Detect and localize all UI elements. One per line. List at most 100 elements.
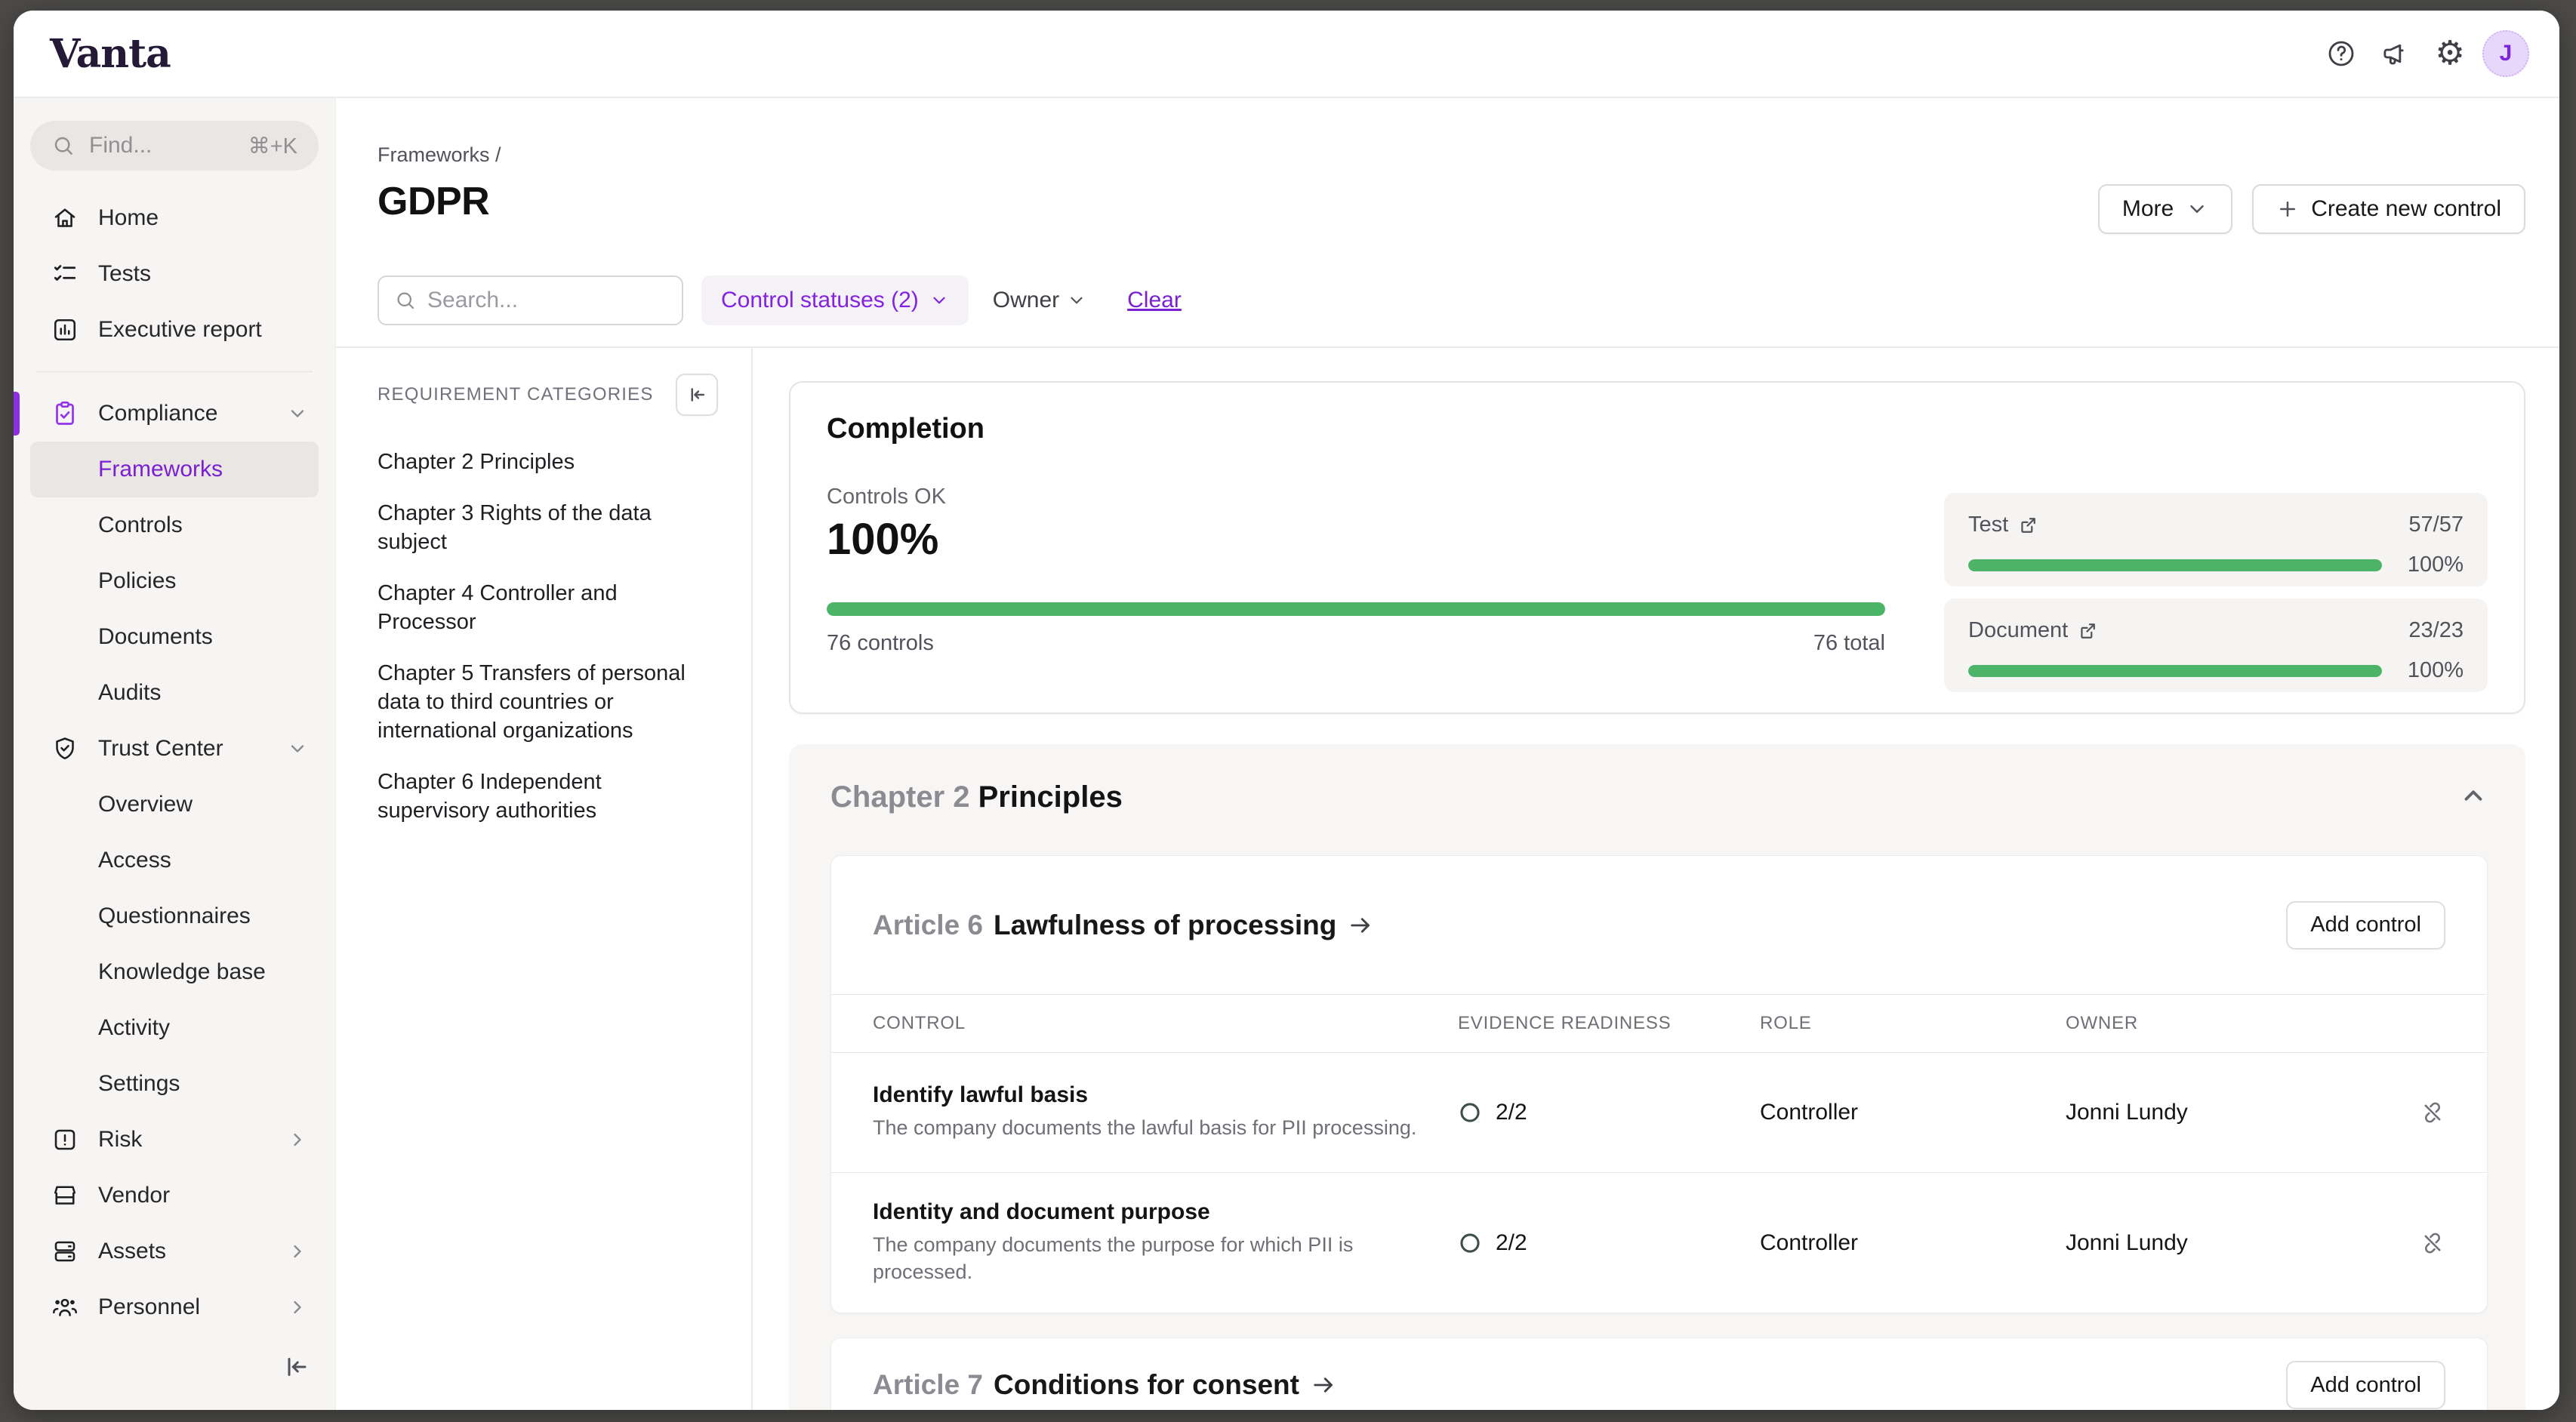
add-control-button[interactable]: Add control bbox=[2286, 901, 2445, 950]
add-control-button[interactable]: Add control bbox=[2286, 1361, 2445, 1409]
category-item[interactable]: Chapter 5 Transfers of personal data to … bbox=[377, 659, 718, 745]
unlink-action[interactable] bbox=[2405, 1230, 2445, 1256]
collapse-left-icon bbox=[282, 1353, 310, 1380]
global-search-input[interactable]: Find... ⌘+K bbox=[30, 121, 319, 171]
sidebar-item-risk[interactable]: Risk bbox=[30, 1112, 319, 1168]
sidebar-item-vendor[interactable]: Vendor bbox=[30, 1168, 319, 1223]
search-icon bbox=[51, 134, 75, 158]
clear-filters-link[interactable]: Clear bbox=[1127, 288, 1182, 313]
sidebar-item-questionnaires[interactable]: Questionnaires bbox=[30, 888, 319, 944]
owner-filter[interactable]: Owner bbox=[993, 288, 1086, 313]
chevron-down-icon bbox=[929, 291, 949, 310]
chevron-down-icon bbox=[287, 738, 308, 759]
control-name: Identify lawful basis bbox=[873, 1082, 1458, 1108]
chevron-right-icon bbox=[287, 1297, 308, 1318]
sidebar: Find... ⌘+K Home Tests bbox=[14, 98, 336, 1410]
sidebar-nav: Home Tests Executive report bbox=[30, 190, 319, 1335]
sidebar-item-audits[interactable]: Audits bbox=[30, 665, 319, 721]
help-button[interactable] bbox=[2319, 32, 2363, 75]
table-search bbox=[377, 275, 683, 325]
controls-table-header: CONTROL EVIDENCE READINESS ROLE OWNER bbox=[831, 994, 2487, 1053]
table-row[interactable]: Identity and document purpose The compan… bbox=[831, 1172, 2487, 1313]
evidence-status-ring-icon bbox=[1458, 1231, 1482, 1255]
evidence-count: 2/2 bbox=[1496, 1100, 1527, 1125]
breadcrumb[interactable]: Frameworks / bbox=[377, 143, 501, 167]
sidebar-item-personnel[interactable]: Personnel bbox=[30, 1279, 319, 1335]
top-bar: Vanta ⚙ J bbox=[14, 11, 2559, 98]
article-6-header: Article 6 Lawfulness of processing Add c… bbox=[831, 856, 2487, 994]
sidebar-item-settings[interactable]: Settings bbox=[30, 1056, 319, 1112]
test-stat-label: Test bbox=[1968, 512, 2008, 537]
test-stat-box: Test 57/57 100% bbox=[1944, 493, 2488, 586]
owner-cell: Jonni Lundy bbox=[2066, 1100, 2405, 1125]
home-icon bbox=[51, 205, 79, 232]
search-input[interactable] bbox=[427, 288, 667, 313]
sidebar-item-documents[interactable]: Documents bbox=[30, 609, 319, 665]
sidebar-collapse-button[interactable] bbox=[282, 1353, 310, 1384]
sidebar-item-assets[interactable]: Assets bbox=[30, 1223, 319, 1279]
create-new-control-button[interactable]: Create new control bbox=[2252, 184, 2525, 234]
document-stat-percent: 100% bbox=[2400, 658, 2464, 683]
filter-row: Control statuses (2) Owner Clear bbox=[336, 254, 2559, 346]
main-content: Frameworks / GDPR More Create new contro… bbox=[336, 98, 2559, 1410]
external-link-icon[interactable] bbox=[2077, 620, 2098, 642]
external-link-icon[interactable] bbox=[2017, 515, 2038, 536]
shield-check-icon bbox=[51, 735, 79, 762]
sidebar-item-frameworks[interactable]: Frameworks bbox=[30, 442, 319, 497]
sidebar-item-knowledge-base[interactable]: Knowledge base bbox=[30, 944, 319, 1000]
test-stat-percent: 100% bbox=[2400, 552, 2464, 577]
column-header-control: CONTROL bbox=[873, 1013, 1458, 1034]
sidebar-divider bbox=[36, 371, 313, 372]
category-item[interactable]: Chapter 4 Controller and Processor bbox=[377, 579, 718, 636]
evidence-readiness-cell: 2/2 bbox=[1458, 1230, 1760, 1256]
sidebar-item-activity[interactable]: Activity bbox=[30, 1000, 319, 1056]
completion-card: Completion Controls OK 100% 76 controls … bbox=[789, 381, 2525, 714]
sidebar-item-access[interactable]: Access bbox=[30, 833, 319, 888]
page-header-text: Frameworks / GDPR bbox=[377, 125, 501, 254]
document-stat-count: 23/23 bbox=[2408, 618, 2464, 643]
chapter-2-header: Chapter 2 Principles bbox=[830, 780, 2488, 814]
sidebar-item-home[interactable]: Home bbox=[30, 190, 319, 246]
framework-detail-panel: Completion Controls OK 100% 76 controls … bbox=[753, 348, 2559, 1410]
avatar[interactable]: J bbox=[2482, 30, 2529, 77]
sidebar-item-overview[interactable]: Overview bbox=[30, 777, 319, 833]
personnel-people-icon bbox=[51, 1294, 79, 1321]
risk-alert-icon bbox=[51, 1126, 79, 1153]
document-stat-label: Document bbox=[1968, 618, 2068, 643]
vanta-logo: Vanta bbox=[50, 31, 171, 77]
chapter-collapse-button[interactable] bbox=[2459, 781, 2488, 814]
test-progress-bar bbox=[1968, 559, 2382, 571]
article-6-title[interactable]: Article 6 Lawfulness of processing bbox=[873, 910, 1374, 941]
sidebar-item-controls[interactable]: Controls bbox=[30, 497, 319, 553]
app-body: Find... ⌘+K Home Tests bbox=[14, 98, 2559, 1410]
sidebar-item-trust-center[interactable]: Trust Center bbox=[30, 721, 319, 777]
control-name: Identity and document purpose bbox=[873, 1199, 1458, 1225]
chevron-down-icon bbox=[2186, 198, 2208, 220]
sidebar-item-executive-report[interactable]: Executive report bbox=[30, 302, 319, 358]
control-cell: Identity and document purpose The compan… bbox=[873, 1178, 1458, 1308]
column-header-role: ROLE bbox=[1760, 1013, 2066, 1034]
sidebar-item-compliance[interactable]: Compliance bbox=[30, 386, 319, 442]
unlink-action[interactable] bbox=[2405, 1100, 2445, 1125]
vendor-storefront-icon bbox=[51, 1182, 79, 1209]
category-item[interactable]: Chapter 3 Rights of the data subject bbox=[377, 499, 718, 556]
chevron-right-icon bbox=[287, 1241, 308, 1262]
sidebar-item-tests[interactable]: Tests bbox=[30, 246, 319, 302]
role-cell: Controller bbox=[1760, 1100, 2066, 1125]
category-item[interactable]: Chapter 2 Principles bbox=[377, 448, 718, 476]
gear-icon: ⚙ bbox=[2435, 37, 2464, 70]
category-item[interactable]: Chapter 6 Independent supervisory author… bbox=[377, 768, 718, 825]
settings-button[interactable]: ⚙ bbox=[2428, 32, 2472, 75]
unlink-icon bbox=[2420, 1230, 2445, 1256]
article-7-card: Article 7 Conditions for consent Add con… bbox=[830, 1337, 2488, 1410]
table-row[interactable]: Identify lawful basis The company docume… bbox=[831, 1053, 2487, 1172]
avatar-initial: J bbox=[2500, 41, 2513, 66]
page-header: Frameworks / GDPR More Create new contro… bbox=[336, 98, 2559, 254]
arrow-right-icon bbox=[1310, 1371, 1337, 1399]
article-7-title[interactable]: Article 7 Conditions for consent bbox=[873, 1369, 1337, 1401]
control-statuses-filter[interactable]: Control statuses (2) bbox=[701, 275, 969, 325]
more-button[interactable]: More bbox=[2098, 184, 2232, 234]
announcements-button[interactable] bbox=[2374, 32, 2417, 75]
categories-collapse-button[interactable] bbox=[676, 374, 718, 416]
sidebar-item-policies[interactable]: Policies bbox=[30, 553, 319, 609]
